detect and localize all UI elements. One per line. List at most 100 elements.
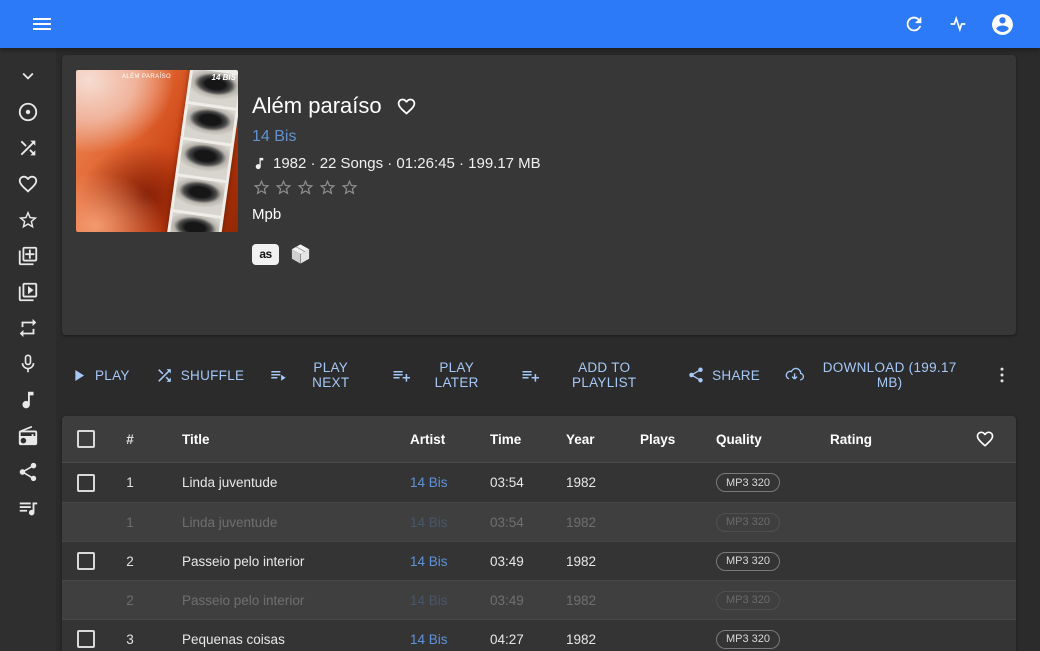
track-number: 1 <box>126 475 134 490</box>
sidebar-collapse-albums[interactable] <box>0 58 56 94</box>
star-outline-icon <box>297 179 314 195</box>
share-button[interactable]: SHARE <box>682 362 765 388</box>
track-year: 1982 <box>566 631 597 647</box>
star-icon <box>18 210 38 229</box>
row-checkbox[interactable] <box>77 552 95 570</box>
sidebar-item-artists[interactable] <box>0 346 56 382</box>
playlist-play-icon <box>271 370 287 381</box>
cloud-download-icon <box>785 367 805 381</box>
quality-chip: MP3 320 <box>716 551 781 571</box>
album-disc-icon <box>18 102 38 122</box>
track-time: 04:27 <box>490 631 524 647</box>
play-button[interactable]: PLAY <box>64 362 135 389</box>
quality-chip: MP3 320 <box>716 590 781 610</box>
album-artist-link[interactable]: 14 Bis <box>252 128 541 146</box>
sidebar-item-recently-played[interactable] <box>0 274 56 310</box>
repeat-icon <box>19 318 37 338</box>
share-icon <box>689 367 703 383</box>
track-title: Linda juventude <box>182 514 278 530</box>
shuffle-button[interactable]: SHUFFLE <box>150 362 250 389</box>
sidebar-item-songs[interactable] <box>0 382 56 418</box>
cover-band-text: 14 BIS <box>211 73 236 82</box>
track-title: Pequenas coisas <box>182 631 285 647</box>
track-time: 03:49 <box>490 592 524 608</box>
add-to-playlist-button[interactable]: ADD TO PLAYLIST <box>516 356 667 394</box>
table-row[interactable]: 2 Passeio pelo interior 14 Bis 03:49 198… <box>62 541 1016 580</box>
row-checkbox[interactable] <box>77 630 95 648</box>
track-artist-link[interactable]: 14 Bis <box>410 554 448 569</box>
track-artist-link[interactable]: 14 Bis <box>410 475 448 490</box>
track-time: 03:54 <box>490 514 524 530</box>
track-number: 2 <box>126 592 134 608</box>
track-artist-link: 14 Bis <box>410 592 448 608</box>
track-year: 1982 <box>566 475 597 490</box>
star-outline-icon <box>341 179 358 195</box>
radio-icon <box>18 425 38 446</box>
row-checkbox[interactable] <box>77 473 95 492</box>
heart-outline-icon <box>976 431 994 447</box>
quality-chip: MP3 320 <box>716 629 781 649</box>
music-note-icon <box>255 157 264 170</box>
table-row-ghost: 2 Passeio pelo interior 14 Bis 03:49 198… <box>62 580 1016 619</box>
download-button[interactable]: DOWNLOAD (199.17 MB) <box>780 356 973 394</box>
select-all-checkbox[interactable] <box>77 430 95 448</box>
col-header-artist[interactable]: Artist <box>394 432 474 447</box>
col-header-rating[interactable]: Rating <box>814 432 954 447</box>
track-title: Passeio pelo interior <box>182 592 305 608</box>
col-header-title[interactable]: Title <box>158 432 394 447</box>
sidebar-item-playlists[interactable] <box>0 490 56 526</box>
table-row-ghost: 1 Linda juventude 14 Bis 03:54 1982 MP3 … <box>62 502 1016 541</box>
album-info: Além paraíso 14 Bis 1982 · 22 Songs · 01… <box>238 70 541 320</box>
cover-photo <box>173 176 226 216</box>
hamburger-menu-icon[interactable] <box>24 6 60 42</box>
sidebar-item-radios[interactable] <box>0 418 56 454</box>
col-header-plays[interactable]: Plays <box>624 432 700 447</box>
album-rating[interactable] <box>252 178 541 197</box>
sidebar-item-shares[interactable] <box>0 454 56 490</box>
microphone-icon <box>21 354 35 373</box>
track-artist-link: 14 Bis <box>410 514 448 530</box>
kebab-menu-icon[interactable] <box>988 361 1016 389</box>
sidebar-item-top-rated[interactable] <box>0 202 56 238</box>
col-header-quality[interactable]: Quality <box>700 432 814 447</box>
cover-photo <box>178 140 231 180</box>
sidebar <box>0 48 56 651</box>
play-later-button[interactable]: PLAY LATER <box>387 356 501 394</box>
album-details-text: 1982 · 22 Songs · 01:26:45 · 199.17 MB <box>273 155 541 172</box>
col-header-num[interactable]: # <box>102 432 158 447</box>
music-note-icon <box>22 391 34 409</box>
col-header-year[interactable]: Year <box>550 432 624 447</box>
track-year: 1982 <box>566 592 597 608</box>
star-outline-icon <box>253 179 270 195</box>
track-title: Passeio pelo interior <box>182 553 305 569</box>
library-play-icon <box>18 282 38 302</box>
sidebar-item-favourites[interactable] <box>0 166 56 202</box>
star-outline-icon <box>319 179 336 195</box>
col-header-time[interactable]: Time <box>474 432 550 447</box>
sidebar-item-random[interactable] <box>0 130 56 166</box>
play-next-button[interactable]: PLAY NEXT <box>264 356 372 394</box>
album-title: Além paraíso <box>252 93 382 118</box>
album-cover-art: ALÉM PARAÍSO 14 BIS <box>76 70 238 232</box>
track-year: 1982 <box>566 514 597 530</box>
app-bar <box>0 0 1040 48</box>
sidebar-item-most-played[interactable] <box>0 310 56 346</box>
musicbrainz-cube-icon[interactable] <box>289 242 312 266</box>
sidebar-item-recently-added[interactable] <box>0 238 56 274</box>
table-header-row: # Title Artist Time Year Plays Quality R… <box>62 416 1016 463</box>
lastfm-badge-icon[interactable]: as <box>252 243 279 265</box>
table-row[interactable]: 3 Pequenas coisas 14 Bis 04:27 1982 MP3 … <box>62 619 1016 651</box>
album-header-card: ALÉM PARAÍSO 14 BIS Além paraíso 14 Bis … <box>62 55 1016 335</box>
track-time: 03:54 <box>490 475 524 490</box>
account-circle-icon[interactable] <box>984 6 1020 42</box>
table-row[interactable]: 1 Linda juventude 14 Bis 03:54 1982 MP3 … <box>62 463 1016 502</box>
shuffle-icon <box>157 368 171 382</box>
cover-photo <box>168 211 221 232</box>
track-artist-link[interactable]: 14 Bis <box>410 632 448 647</box>
activity-icon[interactable] <box>940 6 976 42</box>
track-number: 1 <box>126 514 134 530</box>
sidebar-item-albums[interactable] <box>0 94 56 130</box>
refresh-icon[interactable] <box>896 6 932 42</box>
play-icon <box>75 369 85 381</box>
favorite-heart-icon[interactable] <box>396 96 417 117</box>
